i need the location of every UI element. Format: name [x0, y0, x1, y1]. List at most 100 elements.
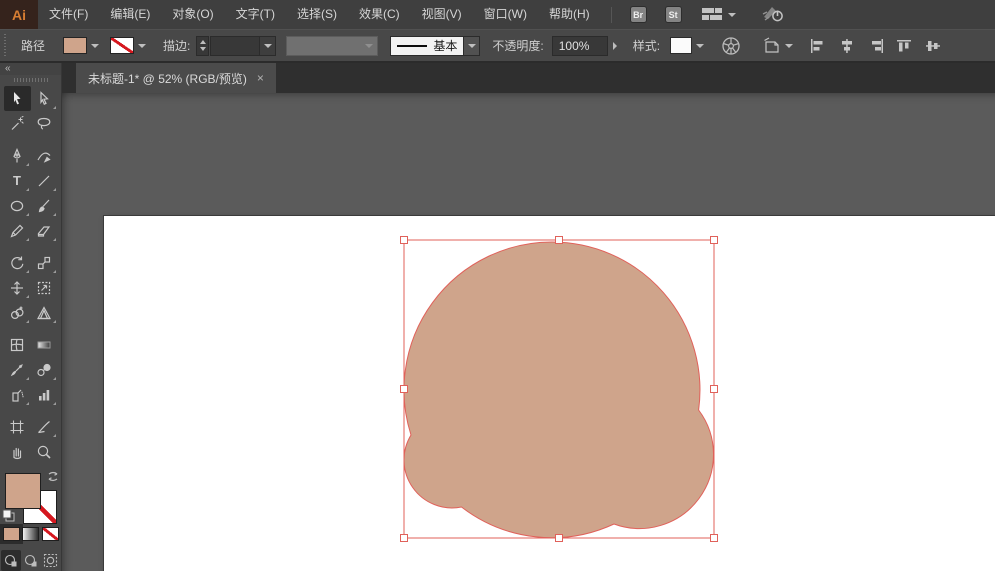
panel-grip[interactable]: [14, 78, 48, 82]
draw-normal-button[interactable]: [1, 550, 21, 571]
workspace-switcher[interactable]: [702, 8, 736, 21]
blend-tool[interactable]: [31, 357, 58, 382]
stroke-weight-field[interactable]: [210, 36, 260, 56]
menu-help[interactable]: 帮助(H): [538, 0, 601, 29]
artboard-tool[interactable]: [4, 414, 31, 439]
selection-handle[interactable]: [556, 237, 563, 244]
lasso-tool[interactable]: [31, 111, 58, 136]
blend-icon: [36, 362, 52, 378]
magic-wand-tool[interactable]: [4, 111, 31, 136]
scale-tool[interactable]: [31, 250, 58, 275]
selected-shape[interactable]: [404, 242, 714, 538]
gpu-performance-button[interactable]: [762, 4, 786, 26]
ellipse-tool[interactable]: [4, 193, 31, 218]
curvature-tool[interactable]: [31, 143, 58, 168]
align-top-icon[interactable]: [896, 38, 914, 54]
canvas-area[interactable]: [62, 93, 995, 571]
gradient-button[interactable]: [22, 527, 39, 541]
type-tool[interactable]: T: [4, 168, 31, 193]
opacity-label[interactable]: 不透明度:: [492, 37, 543, 54]
fill-color-box[interactable]: [5, 473, 41, 509]
swap-fill-stroke-icon[interactable]: [46, 470, 60, 483]
menu-object[interactable]: 对象(O): [161, 0, 224, 29]
menu-view[interactable]: 视图(V): [411, 0, 473, 29]
bridge-button[interactable]: Br: [630, 6, 647, 23]
eyedropper-tool[interactable]: [4, 357, 31, 382]
align-right-icon[interactable]: [867, 38, 885, 54]
close-tab-button[interactable]: ×: [257, 72, 264, 84]
stroke-weight-label[interactable]: 描边:: [163, 37, 190, 54]
graphic-style-swatch[interactable]: [670, 37, 692, 54]
draw-inside-button[interactable]: [41, 550, 61, 571]
free-transform-icon: [36, 280, 52, 296]
draw-behind-button[interactable]: [21, 550, 41, 571]
paintbrush-tool[interactable]: [31, 193, 58, 218]
perspective-grid-tool[interactable]: [31, 300, 58, 325]
brush-definition-arrow[interactable]: [464, 36, 480, 56]
menu-window[interactable]: 窗口(W): [473, 0, 538, 29]
eyedropper-icon: [9, 362, 25, 378]
menu-effect[interactable]: 效果(C): [348, 0, 411, 29]
none-button[interactable]: [42, 527, 59, 541]
selection-handle[interactable]: [401, 535, 408, 542]
fill-color-swatch[interactable]: [63, 37, 87, 54]
slice-tool[interactable]: [31, 414, 58, 439]
select-similar-button[interactable]: [763, 37, 793, 54]
collapse-panel-button[interactable]: «: [0, 63, 61, 75]
selection-handle[interactable]: [711, 535, 718, 542]
fill-color-dropdown[interactable]: [87, 36, 102, 55]
brush-definition-dropdown[interactable]: 基本: [390, 36, 464, 56]
artboard-icon: [9, 419, 25, 435]
chevron-down-icon: [728, 13, 736, 17]
stock-button[interactable]: St: [665, 6, 682, 23]
hand-tool[interactable]: [4, 439, 31, 464]
align-center-horizontal-icon[interactable]: [838, 38, 856, 54]
document-tab-title: 未标题-1* @ 52% (RGB/预览): [88, 70, 247, 87]
align-left-icon[interactable]: [809, 38, 827, 54]
column-graph-tool[interactable]: [31, 382, 58, 407]
zoom-magnifier-icon: [36, 444, 52, 460]
menu-type[interactable]: 文字(T): [225, 0, 286, 29]
opacity-field[interactable]: 100%: [552, 36, 608, 56]
selection-handle[interactable]: [401, 386, 408, 393]
free-transform-tool[interactable]: [31, 275, 58, 300]
line-segment-tool[interactable]: [31, 168, 58, 193]
shape-builder-tool[interactable]: [4, 300, 31, 325]
selection-handle[interactable]: [401, 237, 408, 244]
align-center-vertical-icon[interactable]: [925, 38, 943, 54]
symbol-sprayer-tool[interactable]: [4, 382, 31, 407]
menu-select[interactable]: 选择(S): [286, 0, 348, 29]
stroke-none-swatch[interactable]: [110, 37, 134, 54]
selection-handle[interactable]: [711, 237, 718, 244]
menu-file[interactable]: 文件(F): [38, 0, 99, 29]
graphic-style-dropdown[interactable]: [692, 36, 707, 55]
default-fill-stroke-icon[interactable]: [2, 509, 15, 522]
mesh-tool[interactable]: [4, 332, 31, 357]
menu-bar: Ai 文件(F) 编辑(E) 对象(O) 文字(T) 选择(S) 效果(C) 视…: [0, 0, 995, 29]
stroke-color-dropdown[interactable]: [134, 36, 149, 55]
selection-handle[interactable]: [556, 535, 563, 542]
selection-handle[interactable]: [711, 386, 718, 393]
menu-edit[interactable]: 编辑(E): [99, 0, 161, 29]
stroke-weight-dropdown[interactable]: [260, 36, 276, 56]
document-tab[interactable]: 未标题-1* @ 52% (RGB/预览) ×: [76, 63, 276, 93]
drawing-mode-buttons: [1, 550, 61, 571]
recolor-artwork-button[interactable]: [721, 36, 741, 56]
shaper-tool[interactable]: [4, 218, 31, 243]
curvature-icon: [36, 148, 52, 164]
style-label: 样式:: [633, 37, 660, 54]
eraser-tool[interactable]: [31, 218, 58, 243]
select-similar-icon: [763, 37, 782, 54]
zoom-tool[interactable]: [31, 439, 58, 464]
stroke-weight-stepper[interactable]: [196, 36, 209, 56]
gradient-tool[interactable]: [31, 332, 58, 357]
color-button[interactable]: [3, 527, 20, 541]
width-tool[interactable]: [4, 275, 31, 300]
selection-tool[interactable]: [4, 86, 31, 111]
panel-grip[interactable]: [3, 34, 9, 58]
opacity-submenu-arrow[interactable]: [608, 36, 623, 55]
tools-panel: « T: [0, 63, 62, 571]
rotate-tool[interactable]: [4, 250, 31, 275]
pen-tool[interactable]: [4, 143, 31, 168]
direct-selection-tool[interactable]: [31, 86, 58, 111]
